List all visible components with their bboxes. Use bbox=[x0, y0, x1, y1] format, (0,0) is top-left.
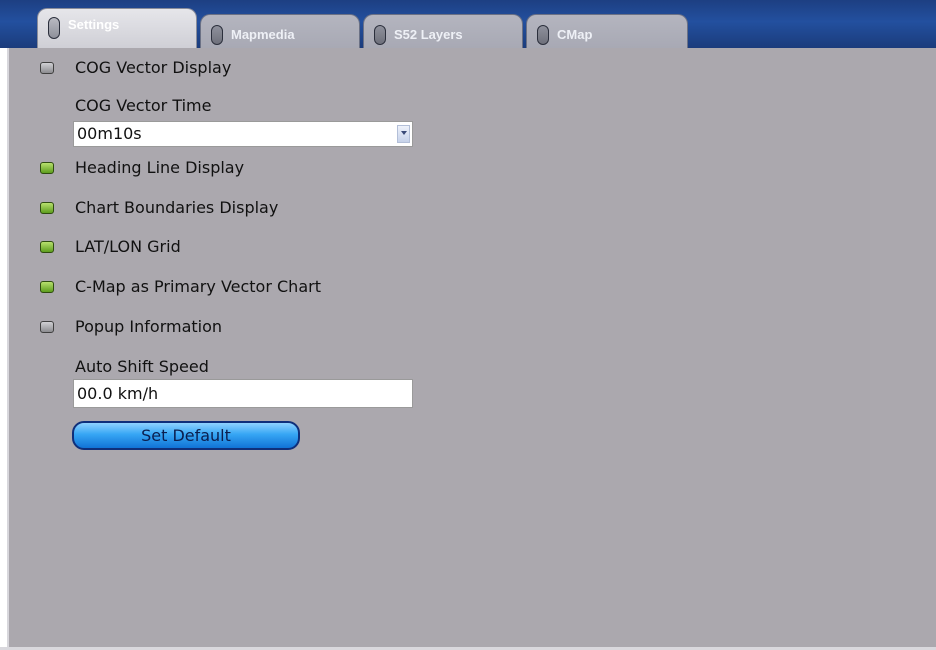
cog-vector-time-label: COG Vector Time bbox=[75, 96, 212, 115]
tab-indicator-icon bbox=[48, 17, 60, 39]
tab-label: Mapmedia bbox=[231, 27, 295, 42]
tab-label: Settings bbox=[68, 17, 120, 32]
tab-s52-layers[interactable]: S52 Layers bbox=[363, 14, 523, 48]
tab-cmap[interactable]: CMap bbox=[526, 14, 688, 48]
toggle-label: COG Vector Display bbox=[75, 58, 232, 77]
auto-shift-speed-input[interactable]: 00.0 km/h bbox=[73, 379, 413, 408]
input-value: 00.0 km/h bbox=[77, 384, 159, 403]
toggle-label: Chart Boundaries Display bbox=[75, 198, 279, 217]
toggle-led-icon bbox=[40, 202, 54, 214]
tab-indicator-icon bbox=[211, 25, 223, 45]
toggle-led-icon bbox=[40, 62, 54, 74]
tab-settings[interactable]: Settings bbox=[37, 8, 197, 48]
tab-bar: Settings Mapmedia S52 Layers CMap bbox=[0, 0, 936, 48]
toggle-label: C-Map as Primary Vector Chart bbox=[75, 277, 321, 296]
toggle-led-icon bbox=[40, 281, 54, 293]
tab-label: CMap bbox=[557, 27, 593, 42]
toggle-led-icon bbox=[40, 241, 54, 253]
auto-shift-speed-label: Auto Shift Speed bbox=[75, 357, 209, 376]
toggle-label: Popup Information bbox=[75, 317, 223, 336]
toggle-label: Heading Line Display bbox=[75, 158, 245, 177]
tab-mapmedia[interactable]: Mapmedia bbox=[200, 14, 360, 48]
tab-label: S52 Layers bbox=[394, 27, 463, 42]
chevron-down-icon[interactable] bbox=[397, 125, 410, 143]
toggle-led-icon bbox=[40, 162, 54, 174]
cog-vector-time-select[interactable]: 00m10s bbox=[73, 121, 413, 147]
set-default-button[interactable]: Set Default bbox=[72, 421, 300, 450]
select-value: 00m10s bbox=[77, 124, 142, 143]
toggle-led-icon bbox=[40, 321, 54, 333]
tab-indicator-icon bbox=[537, 25, 549, 45]
tab-indicator-icon bbox=[374, 25, 386, 45]
toggle-label: LAT/LON Grid bbox=[75, 237, 181, 256]
